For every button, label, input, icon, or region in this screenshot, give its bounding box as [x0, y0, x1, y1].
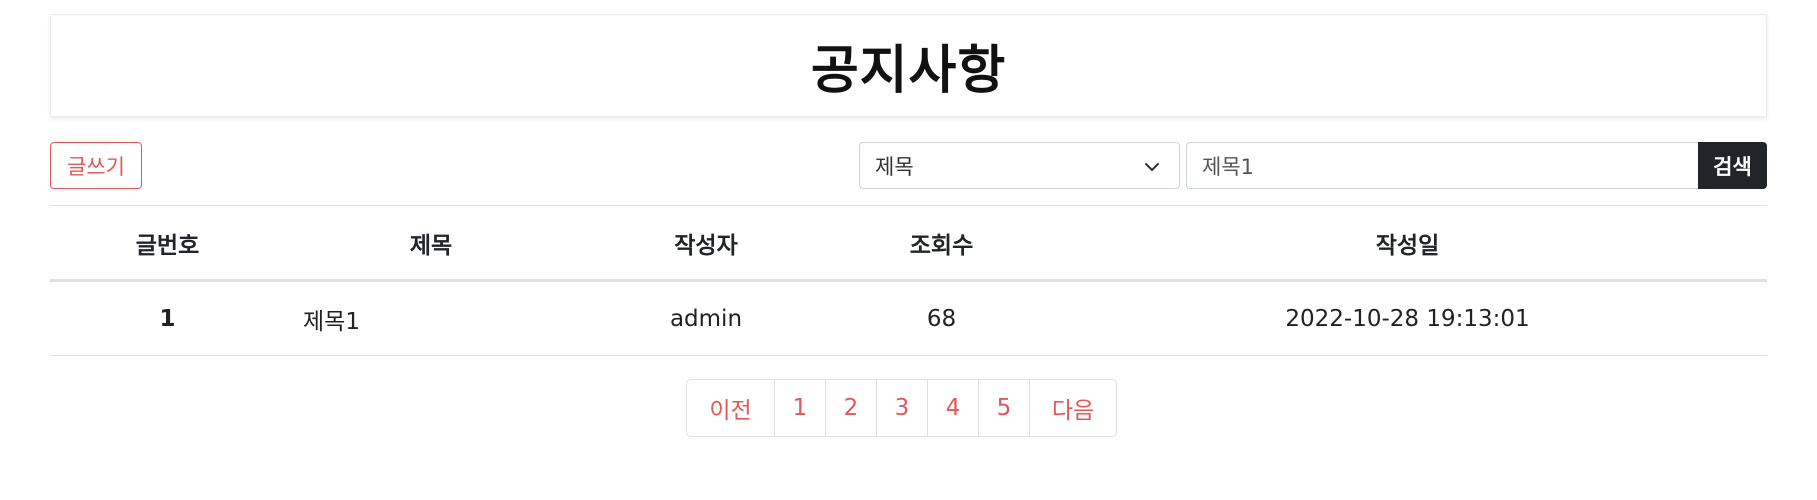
chevron-down-icon [1143, 157, 1161, 181]
search-button[interactable]: 검색 [1698, 142, 1767, 189]
post-number: 1 [159, 305, 176, 332]
column-header-title: 제목 [409, 232, 453, 259]
pagination-page-4[interactable]: 4 [927, 380, 978, 436]
pagination-next[interactable]: 다음 [1029, 380, 1116, 436]
search-input[interactable]: 제목1 [1186, 142, 1701, 189]
post-title-link[interactable]: 제목1 [285, 281, 577, 356]
pagination-page-3[interactable]: 3 [876, 380, 927, 436]
post-views: 68 [926, 305, 957, 332]
table-row[interactable]: 1 제목1 admin 68 2022-10-28 19:13:01 [50, 281, 1767, 356]
table-header-row: 글번호 제목 작성자 조회수 작성일 [50, 205, 1767, 281]
pagination-prev[interactable]: 이전 [687, 380, 774, 436]
column-header-views: 조회수 [909, 232, 974, 259]
column-header-date: 작성일 [1375, 232, 1440, 259]
search-field-select[interactable]: 제목 [859, 142, 1180, 189]
column-header-number: 글번호 [135, 232, 200, 259]
board-container: 공지사항 글쓰기 제목 제목1 검색 글번호 제목 작성자 조회수 작성일 1 … [50, 14, 1767, 356]
post-author: admin [669, 305, 743, 332]
pagination-page-1[interactable]: 1 [774, 380, 825, 436]
post-date: 2022-10-28 19:13:01 [1285, 305, 1530, 332]
title-card: 공지사항 [50, 14, 1767, 117]
column-header-author: 작성자 [674, 232, 738, 259]
notice-table: 글번호 제목 작성자 조회수 작성일 1 제목1 admin 68 2022-1… [50, 205, 1767, 356]
write-button[interactable]: 글쓰기 [50, 142, 142, 189]
page-title: 공지사항 [810, 41, 1007, 101]
pagination-page-5[interactable]: 5 [978, 380, 1029, 436]
toolbar: 글쓰기 제목 제목1 검색 [50, 117, 1767, 193]
pagination: 이전 1 2 3 4 5 다음 [686, 379, 1117, 437]
search-field-selected-value: 제목 [875, 154, 914, 179]
pagination-page-2[interactable]: 2 [825, 380, 876, 436]
